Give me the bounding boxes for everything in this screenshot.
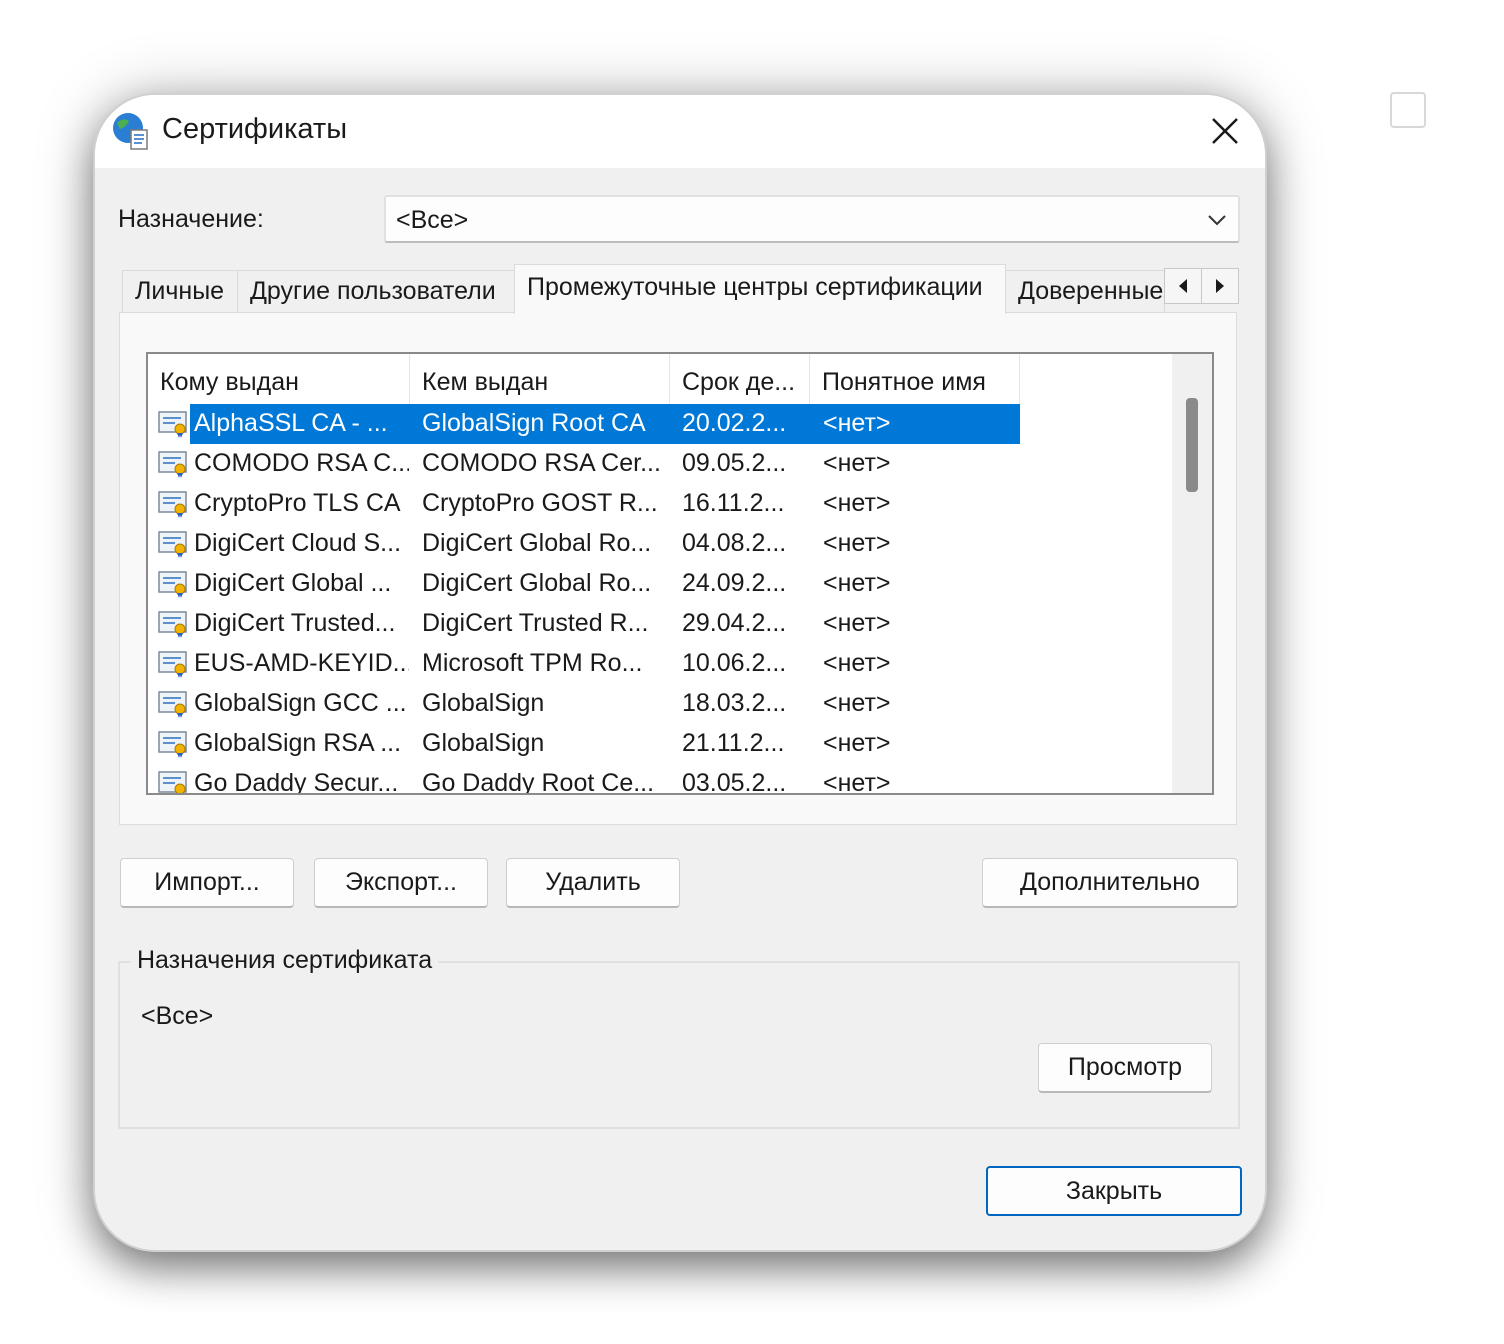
issued-by-cell: DigiCert Global Ro... bbox=[422, 529, 652, 557]
issued-to-cell: DigiCert Cloud S... bbox=[194, 529, 402, 557]
expiration-cell: 03.05.2... bbox=[682, 769, 787, 795]
tab-scroll-left-button[interactable] bbox=[1164, 268, 1202, 304]
table-row[interactable]: COMODO RSA C... COMODO RSA Cer... 09.05.2.… bbox=[148, 444, 1168, 484]
column-header-issued-to[interactable]: Кому выдан bbox=[148, 354, 410, 404]
certificate-icon bbox=[158, 569, 190, 599]
certificate-purposes-value: <Все> bbox=[141, 1002, 214, 1030]
issued-by-cell: Go Daddy Root Ce... bbox=[422, 769, 655, 795]
friendly-name-cell: <нет> bbox=[823, 489, 891, 517]
window-title: Сертификаты bbox=[162, 113, 348, 145]
expiration-cell: 10.06.2... bbox=[682, 649, 787, 677]
advanced-button[interactable]: Дополнительно bbox=[982, 858, 1238, 908]
friendly-name-cell: <нет> bbox=[823, 409, 891, 437]
friendly-name-cell: <нет> bbox=[823, 569, 891, 597]
export-button[interactable]: Экспорт... bbox=[314, 858, 488, 908]
issued-to-cell: AlphaSSL CA - ... bbox=[194, 409, 388, 437]
friendly-name-cell: <нет> bbox=[823, 729, 891, 757]
purpose-dropdown[interactable]: <Все> bbox=[384, 195, 1240, 243]
expiration-cell: 21.11.2... bbox=[682, 729, 785, 757]
certificate-purposes-title: Назначения сертификата bbox=[131, 946, 439, 975]
issued-by-cell: GlobalSign Root CA bbox=[422, 409, 646, 437]
issued-to-cell: GlobalSign GCC ... bbox=[194, 689, 407, 717]
issued-to-cell: CryptoPro TLS CA bbox=[194, 489, 401, 517]
friendly-name-cell: <нет> bbox=[823, 529, 891, 557]
issued-to-cell: Go Daddy Secur... bbox=[194, 769, 399, 795]
expiration-cell: 09.05.2... bbox=[682, 449, 787, 477]
expiration-cell: 29.04.2... bbox=[682, 609, 787, 637]
issued-to-cell: EUS-AMD-KEYID... bbox=[194, 649, 409, 677]
certificate-icon bbox=[158, 449, 190, 479]
friendly-name-cell: <нет> bbox=[823, 649, 891, 677]
table-row[interactable]: GlobalSign GCC ... GlobalSign 18.03.2... <н… bbox=[148, 684, 1168, 724]
title-bar: Сертификаты bbox=[95, 95, 1265, 168]
tab-intermediate-ca[interactable]: Промежуточные центры сертификации bbox=[514, 264, 1006, 314]
certificate-icon bbox=[158, 489, 190, 519]
table-row[interactable]: DigiCert Global ... DigiCert Global Ro...… bbox=[148, 564, 1168, 604]
table-row[interactable]: EUS-AMD-KEYID... Microsoft TPM Ro... 10.06… bbox=[148, 644, 1168, 684]
column-header-friendly-name[interactable]: Понятное имя bbox=[810, 354, 1020, 404]
table-row[interactable]: DigiCert Cloud S... DigiCert Global Ro...… bbox=[148, 524, 1168, 564]
arrow-left-icon bbox=[1179, 279, 1187, 293]
issued-by-cell: CryptoPro GOST R... bbox=[422, 489, 658, 517]
column-header-issued-by[interactable]: Кем выдан bbox=[410, 354, 670, 404]
certificate-list[interactable]: Кому выдан Кем выдан Срок де... Понятное… bbox=[146, 352, 1214, 795]
tab-trusted[interactable]: Доверенные bbox=[1005, 270, 1165, 312]
store-tabs: Личные Другие пользователи Промежуточные… bbox=[122, 264, 1242, 314]
list-scrollbar[interactable] bbox=[1172, 354, 1212, 793]
tab-other-people[interactable]: Другие пользователи bbox=[237, 270, 515, 312]
tab-personal[interactable]: Личные bbox=[122, 270, 238, 312]
background-window-placeholder bbox=[1390, 92, 1426, 128]
table-row[interactable]: GlobalSign RSA ... GlobalSign 21.11.2... <н… bbox=[148, 724, 1168, 764]
expiration-cell: 20.02.2... bbox=[682, 409, 787, 437]
issued-to-cell: DigiCert Global ... bbox=[194, 569, 392, 597]
table-row[interactable]: CryptoPro TLS CA CryptoPro GOST R... 16.11… bbox=[148, 484, 1168, 524]
friendly-name-cell: <нет> bbox=[823, 689, 891, 717]
friendly-name-cell: <нет> bbox=[823, 769, 891, 795]
certificate-icon bbox=[158, 409, 190, 439]
issued-by-cell: COMODO RSA Cer... bbox=[422, 449, 661, 477]
issued-by-cell: GlobalSign bbox=[422, 689, 545, 717]
issued-to-cell: GlobalSign RSA ... bbox=[194, 729, 402, 757]
certificate-icon bbox=[158, 689, 190, 719]
issued-to-cell: DigiCert Trusted... bbox=[194, 609, 396, 637]
certificate-icon bbox=[158, 609, 190, 639]
table-row[interactable]: DigiCert Trusted... DigiCert Trusted R...… bbox=[148, 604, 1168, 644]
expiration-cell: 04.08.2... bbox=[682, 529, 787, 557]
purpose-label: Назначение: bbox=[118, 205, 264, 233]
issued-by-cell: Microsoft TPM Ro... bbox=[422, 649, 643, 677]
certificates-globe-icon bbox=[113, 113, 148, 150]
certificates-dialog: Сертификаты Назначение: <Все> Личные Дру… bbox=[95, 95, 1265, 1250]
close-icon[interactable] bbox=[1205, 111, 1245, 151]
issued-by-cell: DigiCert Trusted R... bbox=[422, 609, 649, 637]
table-row[interactable]: Go Daddy Secur... Go Daddy Root Ce... 03.0… bbox=[148, 764, 1168, 795]
purpose-selected-value: <Все> bbox=[396, 206, 469, 234]
friendly-name-cell: <нет> bbox=[823, 449, 891, 477]
issued-by-cell: DigiCert Global Ro... bbox=[422, 569, 652, 597]
column-header-expiration[interactable]: Срок де... bbox=[670, 354, 810, 404]
certificate-icon bbox=[158, 649, 190, 679]
chevron-down-icon bbox=[1208, 215, 1226, 226]
close-button[interactable]: Закрыть bbox=[986, 1166, 1242, 1216]
expiration-cell: 18.03.2... bbox=[682, 689, 787, 717]
delete-button[interactable]: Удалить bbox=[506, 858, 680, 908]
table-row[interactable]: AlphaSSL CA - ... GlobalSign Root CA 20.02… bbox=[148, 404, 1168, 444]
scrollbar-thumb[interactable] bbox=[1186, 398, 1198, 492]
expiration-cell: 24.09.2... bbox=[682, 569, 787, 597]
certificate-icon bbox=[158, 729, 190, 759]
certificate-icon bbox=[158, 769, 190, 793]
certificate-icon bbox=[158, 529, 190, 559]
friendly-name-cell: <нет> bbox=[823, 609, 891, 637]
issued-to-cell: COMODO RSA C... bbox=[194, 449, 409, 477]
import-button[interactable]: Импорт... bbox=[120, 858, 294, 908]
issued-by-cell: GlobalSign bbox=[422, 729, 545, 757]
expiration-cell: 16.11.2... bbox=[682, 489, 785, 517]
view-button[interactable]: Просмотр bbox=[1038, 1043, 1212, 1093]
arrow-right-icon bbox=[1216, 279, 1224, 293]
tab-scroll-right-button[interactable] bbox=[1201, 268, 1239, 304]
